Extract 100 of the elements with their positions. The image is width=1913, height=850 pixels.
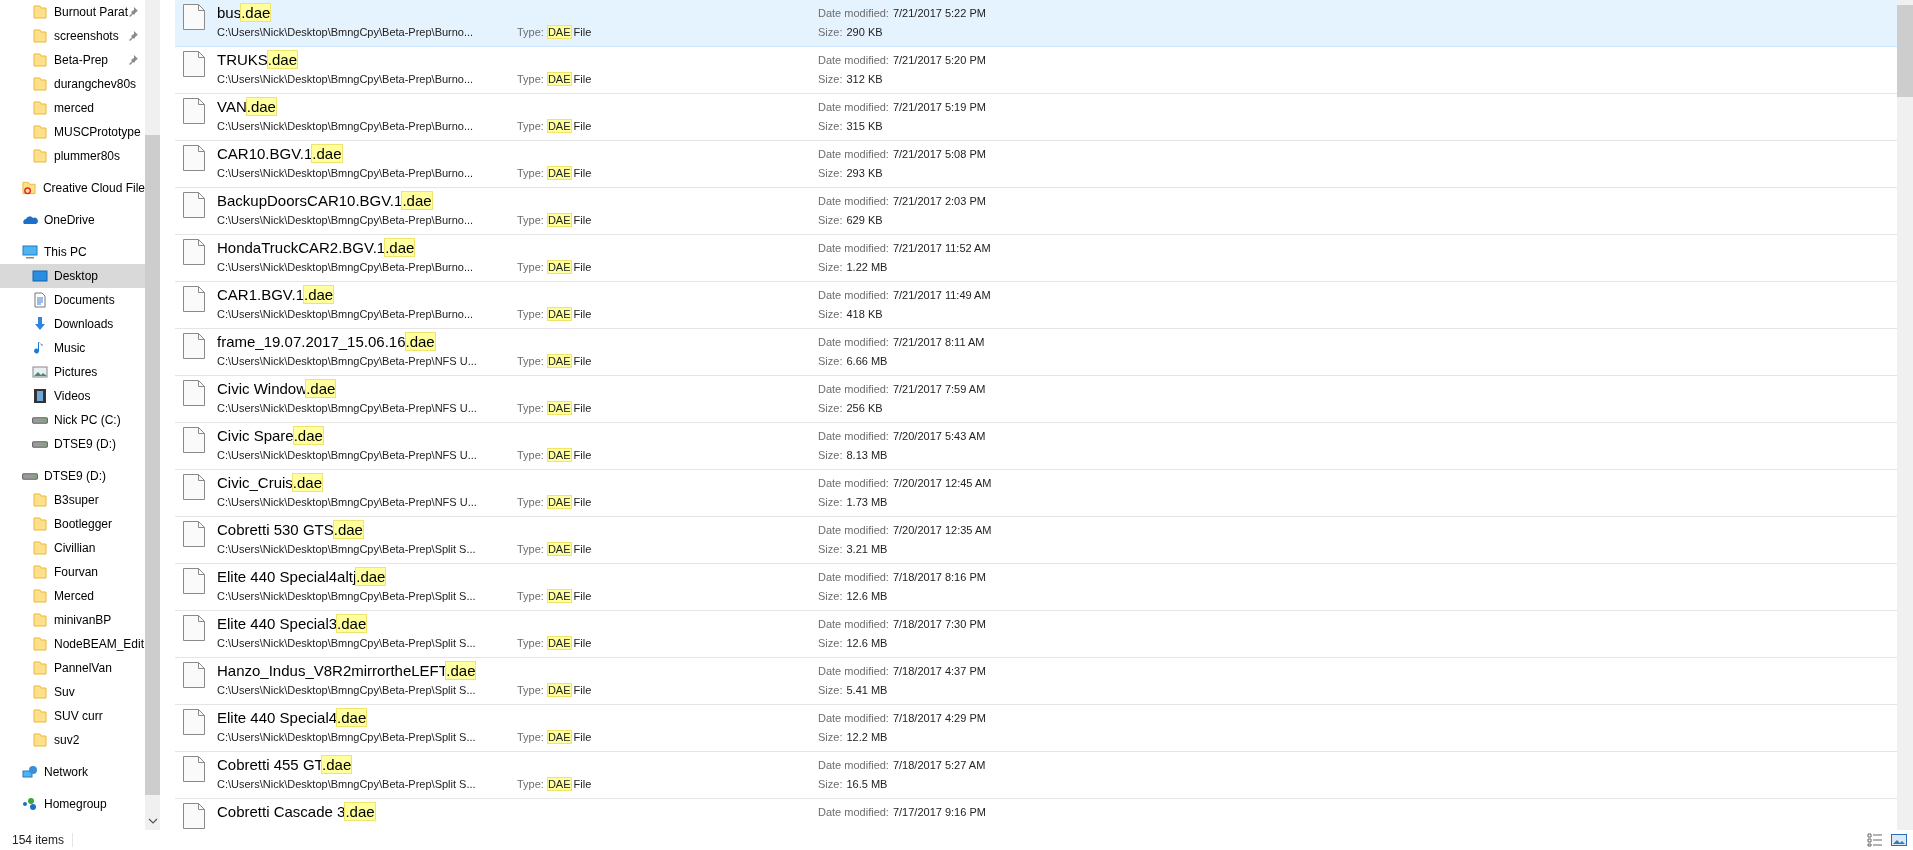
nav-item[interactable]: NodeBEAM_Edit [0,632,145,656]
size-label: Size: [818,166,843,180]
file-icon [183,521,205,547]
size-label: Size: [818,401,843,415]
file-row[interactable]: bus.dae C:\Users\Nick\Desktop\BmngCpy\Beta-Prep\Burno... Type: DAE File Date modified: 7/21/2017 5:22 PM Size: 290 KB [175,0,1897,47]
file-icon [183,756,205,782]
drive-icon [32,440,48,448]
nav-item[interactable]: Fourvan [0,560,145,584]
drive-icon [22,472,38,480]
nav-item[interactable]: Civillian [0,536,145,560]
size-label: Size: [818,589,843,603]
scrollbar[interactable] [1897,0,1913,830]
nav-item[interactable]: Network [0,760,145,784]
file-row[interactable]: Elite 440 Special4.dae C:\Users\Nick\Desktop\BmngCpy\Beta-Prep\Split S... Type: DAE File Date modified: 7/18/2017 4:29 PM Size: 12.2 MB [175,705,1897,752]
nav-item[interactable]: Burnout Parat [0,0,145,24]
nav-item[interactable]: Creative Cloud File [0,176,145,200]
file-path: C:\Users\Nick\Desktop\BmngCpy\Beta-Prep\NFS U... [217,354,478,368]
nav-item[interactable]: Nick PC (C:) [0,408,145,432]
nav-item[interactable]: Suv [0,680,145,704]
type-label: Type: [517,777,544,791]
nav-item[interactable]: PannelVan [0,656,145,680]
file-row[interactable]: frame_19.07.2017_15.06.16.dae C:\Users\Nick\Desktop\BmngCpy\Beta-Prep\NFS U... Type: DAE File Date modified: 7/21/2017 8:11 AM Size: 6.66 MB [175,329,1897,376]
type-label: Type: [517,495,544,509]
large-icons-view-button[interactable] [1891,833,1907,847]
nav-item[interactable]: B3super [0,488,145,512]
folder-icon [32,660,48,676]
nav-item[interactable]: screenshots [0,24,145,48]
file-row[interactable]: Hanzo_Indus_V8R2mirrortheLEFT.dae C:\Users\Nick\Desktop\BmngCpy\Beta-Prep\Split S... Type: DAE File Date modified: 7/18/2017 4:37 PM Size: 5.41 MB [175,658,1897,705]
size-label: Size: [818,730,843,744]
nav-item[interactable]: SUV curr [0,704,145,728]
file-row[interactable]: HondaTruckCAR2.BGV.1.dae C:\Users\Nick\Desktop\BmngCpy\Beta-Prep\Burno... Type: DAE File Date modified: 7/21/2017 11:52 AM Size: 1.22 MB [175,235,1897,282]
folder-icon [32,612,48,628]
size-label: Size: [818,683,843,697]
folder-icon [32,708,48,724]
nav-item[interactable]: DTSE9 (D:) [0,432,145,456]
scrollbar[interactable] [145,0,160,830]
file-path: C:\Users\Nick\Desktop\BmngCpy\Beta-Prep\Burno... [217,119,475,133]
file-row[interactable]: Cobretti 530 GTS.dae C:\Users\Nick\Desktop\BmngCpy\Beta-Prep\Split S... Type: DAE File Date modified: 7/20/2017 12:35 AM Size: 3.21 MB [175,517,1897,564]
file-row[interactable]: VAN.dae C:\Users\Nick\Desktop\BmngCpy\Beta-Prep\Burno... Type: DAE File Date modified: 7/21/2017 5:19 PM Size: 315 KB [175,94,1897,141]
nav-item[interactable]: DTSE9 (D:) [0,464,145,488]
file-row[interactable]: Civic Spare.dae C:\Users\Nick\Desktop\BmngCpy\Beta-Prep\NFS U... Type: DAE File Date modified: 7/20/2017 5:43 AM Size: 8.13 MB [175,423,1897,470]
file-row[interactable]: CAR1.BGV.1.dae C:\Users\Nick\Desktop\BmngCpy\Beta-Prep\Burno... Type: DAE File Date modified: 7/21/2017 11:49 AM Size: 418 KB [175,282,1897,329]
nav-item[interactable]: Desktop [0,264,145,288]
picture-icon [1891,833,1907,847]
size-value: 12.6 MB [846,589,888,603]
nav-item[interactable]: Music [0,336,145,360]
file-row[interactable]: Elite 440 Special3.dae C:\Users\Nick\Desktop\BmngCpy\Beta-Prep\Split S... Type: DAE File Date modified: 7/18/2017 7:30 PM Size: 12.6 MB [175,611,1897,658]
date-value: 7/21/2017 2:03 PM [892,194,986,208]
date-value: 7/21/2017 7:59 AM [892,382,986,396]
chevron-down-icon[interactable] [147,818,158,824]
nav-item[interactable]: Pictures [0,360,145,384]
file-name: Cobretti 530 GTS.dae [217,520,364,539]
folder-icon [32,28,48,44]
date-label: Date modified: [818,335,889,349]
file-name: Elite 440 Special4altj.dae [217,567,387,586]
nav-item[interactable]: minivanBP [0,608,145,632]
file-path: C:\Users\Nick\Desktop\BmngCpy\Beta-Prep\Burno... [217,72,475,86]
type-label: Type: [517,730,544,744]
nav-item[interactable]: Videos [0,384,145,408]
nav-item[interactable]: Homegroup [0,792,145,816]
nav-item[interactable]: Merced [0,584,145,608]
size-label: Size: [818,260,843,274]
type-label: Type: [517,119,544,133]
nav-item[interactable]: MUSCPrototype [0,120,145,144]
file-row[interactable]: CAR10.BGV.1.dae C:\Users\Nick\Desktop\BmngCpy\Beta-Prep\Burno... Type: DAE File Date modified: 7/21/2017 5:08 PM Size: 293 KB [175,141,1897,188]
file-path: C:\Users\Nick\Desktop\BmngCpy\Beta-Prep\Burno... [217,25,475,39]
folder-icon [32,588,48,604]
network-icon [22,764,38,780]
file-name: Cobretti 455 GT.dae [217,755,353,774]
nav-item[interactable]: This PC [0,240,145,264]
nav-item[interactable]: merced [0,96,145,120]
nav-item[interactable]: suv2 [0,728,145,752]
nav-item[interactable]: plummer80s [0,144,145,168]
file-row[interactable]: BackupDoorsCAR10.BGV.1.dae C:\Users\Nick\Desktop\BmngCpy\Beta-Prep\Burno... Type: DAE File Date modified: 7/21/2017 2:03 PM Size: 629 KB [175,188,1897,235]
date-label: Date modified: [818,758,889,772]
nav-item[interactable]: Documents [0,288,145,312]
file-row[interactable]: Civic_Cruis.dae C:\Users\Nick\Desktop\BmngCpy\Beta-Prep\NFS U... Type: DAE File Date modified: 7/20/2017 12:45 AM Size: 1.73 MB [175,470,1897,517]
date-label: Date modified: [818,194,889,208]
file-row[interactable]: Cobretti 455 GT.dae C:\Users\Nick\Desktop\BmngCpy\Beta-Prep\Split S... Type: DAE File Date modified: 7/18/2017 5:27 AM Size: 16.5 MB [175,752,1897,799]
size-value: 1.22 MB [846,260,888,274]
details-view-button[interactable] [1867,833,1883,847]
nav-item[interactable]: durangchev80s [0,72,145,96]
type-value: DAE File [547,307,592,321]
folder-icon [32,684,48,700]
nav-item[interactable]: Bootlegger [0,512,145,536]
file-row[interactable]: TRUKS.dae C:\Users\Nick\Desktop\BmngCpy\Beta-Prep\Burno... Type: DAE File Date modified: 7/21/2017 5:20 PM Size: 312 KB [175,47,1897,94]
date-label: Date modified: [818,100,889,114]
file-name: Civic Spare.dae [217,426,324,445]
file-path: C:\Users\Nick\Desktop\BmngCpy\Beta-Prep\Split S... [217,542,477,556]
nav-item[interactable]: Downloads [0,312,145,336]
type-label: Type: [517,260,544,274]
date-label: Date modified: [818,805,889,819]
type-value: DAE File [547,542,592,556]
nav-item[interactable]: OneDrive [0,208,145,232]
date-value: 7/18/2017 7:30 PM [892,617,986,631]
nav-item[interactable]: Beta-Prep [0,48,145,72]
folder-icon [32,492,48,508]
file-row[interactable]: Elite 440 Special4altj.dae C:\Users\Nick\Desktop\BmngCpy\Beta-Prep\Split S... Type: DAE File Date modified: 7/18/2017 8:16 PM Size: 12.6 MB [175,564,1897,611]
size-label: Size: [818,307,843,321]
file-name: Civic_Cruis.dae [217,473,324,492]
